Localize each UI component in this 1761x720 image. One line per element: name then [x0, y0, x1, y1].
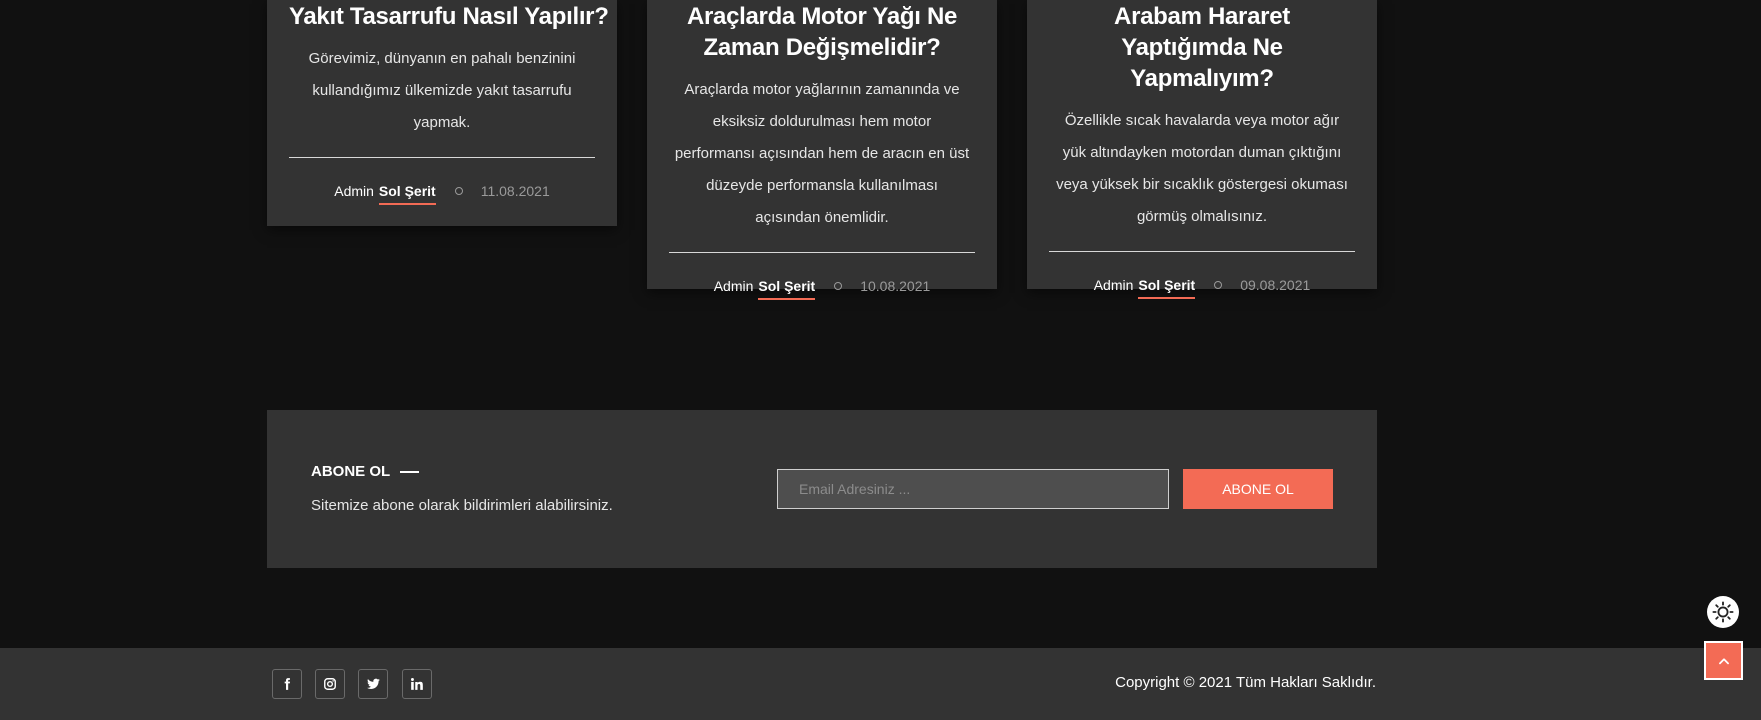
post-meta: Admin Sol Şerit 11.08.2021: [289, 180, 595, 205]
newsletter-description: Sitemize abone olarak bildirimleri alabi…: [311, 497, 613, 514]
blog-card: Araçlarda Motor Yağı Ne Zaman Değişmelid…: [647, 0, 997, 300]
scroll-to-top-button[interactable]: [1704, 641, 1743, 680]
twitter-icon: [366, 678, 380, 690]
facebook-link[interactable]: [272, 669, 302, 699]
post-meta: Admin Sol Şerit 10.08.2021: [669, 275, 975, 300]
linkedin-link[interactable]: [402, 669, 432, 699]
email-input[interactable]: [777, 469, 1169, 509]
copyright-text: Copyright © 2021 Tüm Hakları Saklıdır.: [1115, 674, 1376, 691]
blog-card: Arabam Hararet Yaptığımda Ne Yapmalıyım?…: [1027, 0, 1377, 299]
newsletter-heading: ABONE OL: [311, 463, 420, 480]
subscribe-button[interactable]: ABONE OL: [1183, 469, 1333, 509]
card-divider: [289, 157, 595, 158]
newsletter-heading-text: ABONE OL: [311, 463, 391, 480]
post-excerpt: Görevimiz, dünyanın en pahalı benzinini …: [308, 50, 576, 131]
meta-separator-dot: [834, 282, 843, 290]
chevron-up-icon: [1718, 657, 1729, 664]
post-excerpt: Özellikle sıcak havalarda veya motor ağı…: [1056, 112, 1348, 225]
post-date: 10.08.2021: [860, 278, 931, 294]
post-excerpt: Araçlarda motor yağlarının zamanında ve …: [674, 81, 970, 226]
page: Yakıt Tasarrufu Nasıl Yapılır? Görevimiz…: [0, 0, 1761, 720]
post-author[interactable]: Admin: [714, 278, 754, 294]
linkedin-icon: [410, 678, 423, 690]
post-category[interactable]: Sol Şerit: [758, 278, 816, 300]
instagram-icon: [324, 678, 336, 690]
theme-toggle-button[interactable]: [1707, 596, 1739, 628]
instagram-link[interactable]: [315, 669, 345, 699]
post-author[interactable]: Admin: [334, 183, 374, 199]
footer: Copyright © 2021 Tüm Hakları Saklıdır.: [0, 648, 1761, 720]
newsletter-section: ABONE OL Sitemize abone olarak bildiriml…: [267, 410, 1377, 568]
meta-separator-dot: [454, 187, 463, 195]
post-title[interactable]: Araçlarda Motor Yağı Ne Zaman Değişmelid…: [669, 1, 975, 63]
post-author[interactable]: Admin: [1094, 277, 1134, 293]
blog-card: Yakıt Tasarrufu Nasıl Yapılır? Görevimiz…: [267, 0, 617, 226]
post-title[interactable]: Arabam Hararet Yaptığımda Ne Yapmalıyım?: [1049, 1, 1355, 94]
post-date: 11.08.2021: [480, 183, 550, 199]
card-divider: [669, 252, 975, 253]
twitter-link[interactable]: [358, 669, 388, 699]
post-category[interactable]: Sol Şerit: [378, 183, 436, 205]
card-divider: [1049, 251, 1355, 252]
sun-icon: [1712, 601, 1734, 623]
post-date: 09.08.2021: [1240, 277, 1311, 293]
post-meta: Admin Sol Şerit 09.08.2021: [1049, 274, 1355, 299]
post-category[interactable]: Sol Şerit: [1138, 277, 1196, 299]
post-title[interactable]: Yakıt Tasarrufu Nasıl Yapılır?: [289, 1, 609, 32]
facebook-icon: [284, 678, 291, 690]
meta-separator-dot: [1214, 281, 1223, 289]
heading-dash: [400, 470, 420, 473]
